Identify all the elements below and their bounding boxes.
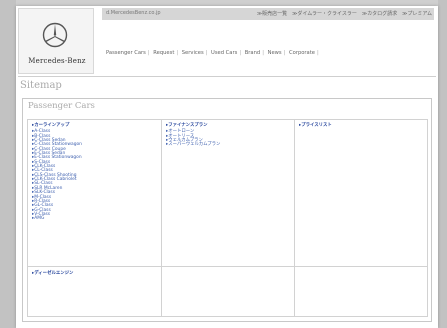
column-price-list: ▸プライスリスト [299,123,332,130]
utility-bar: d.MercedesBenz.co.jp ≫販売店一覧 ≫ダイムラー・クライスラー… [102,8,434,20]
list-item[interactable]: ▸AMG [32,216,82,221]
nav-item-brand[interactable]: Brand [245,50,260,56]
column-finance-plan: ▸ファイナンスプラン ▸オートローン ▸オートリース ▸ウェルカムプラン ▸スー… [166,123,220,148]
page: Mercedes-Benz d.MercedesBenz.co.jp ≫販売店一… [16,6,438,328]
mercedes-star-icon [42,22,68,48]
utility-link[interactable]: ≫販売店一覧 [257,11,287,17]
nav-separator: | [205,50,208,56]
column-heading[interactable]: ▸ディーゼルエンジン [32,271,73,276]
nav-item-services[interactable]: Services [182,50,204,56]
page-title: Sitemap [20,80,62,91]
nav-item-used-cars[interactable]: Used Cars [211,50,237,56]
column-heading[interactable]: ▸ファイナンスプラン [166,123,220,128]
nav-item-passenger-cars[interactable]: Passenger Cars [106,50,146,56]
nav-item-news[interactable]: News [268,50,282,56]
main-nav: Passenger Cars | Request | Services | Used … [106,50,321,56]
nav-separator: | [316,50,319,56]
list-item[interactable]: ▸スーパーウェルカムプラン [166,142,220,147]
column-car-lineup: ▸カーラインアップ ▸A-Class ▸B-Class ▸C-Class Sed… [32,123,82,222]
nav-item-request[interactable]: Request [153,50,174,56]
nav-separator: | [262,50,264,56]
column-heading[interactable]: ▸プライスリスト [299,123,332,128]
utility-link[interactable]: ≫プレミアム [402,11,432,17]
header-divider [18,76,436,77]
sitemap-panel: Passenger Cars ▸カーラインアップ ▸A-Class ▸B-Cla… [22,98,432,322]
nav-separator: | [283,50,286,56]
column-diesel-engine: ▸ディーゼルエンジン [32,271,73,278]
grid-divider [161,120,162,316]
grid-divider [28,266,427,267]
utility-link[interactable]: ≫ダイムラー・クライスラー [292,11,357,17]
nav-item-corporate[interactable]: Corporate [289,50,315,56]
background-left [0,0,16,328]
utility-links: ≫販売店一覧 ≫ダイムラー・クライスラー ≫カタログ請求 ≫プレミアム [252,10,432,17]
domain-text: d.MercedesBenz.co.jp [106,10,161,16]
column-heading[interactable]: ▸カーラインアップ [32,123,82,128]
section-title: Passenger Cars [28,101,95,111]
logo[interactable]: Mercedes-Benz [18,8,94,74]
nav-separator: | [239,50,242,56]
sitemap-grid: ▸カーラインアップ ▸A-Class ▸B-Class ▸C-Class Sed… [27,119,428,317]
brand-name: Mercedes-Benz [28,57,86,65]
nav-separator: | [147,50,150,56]
grid-divider [294,120,295,316]
utility-link[interactable]: ≫カタログ請求 [362,11,397,17]
nav-separator: | [176,50,179,56]
background-right [438,0,447,328]
